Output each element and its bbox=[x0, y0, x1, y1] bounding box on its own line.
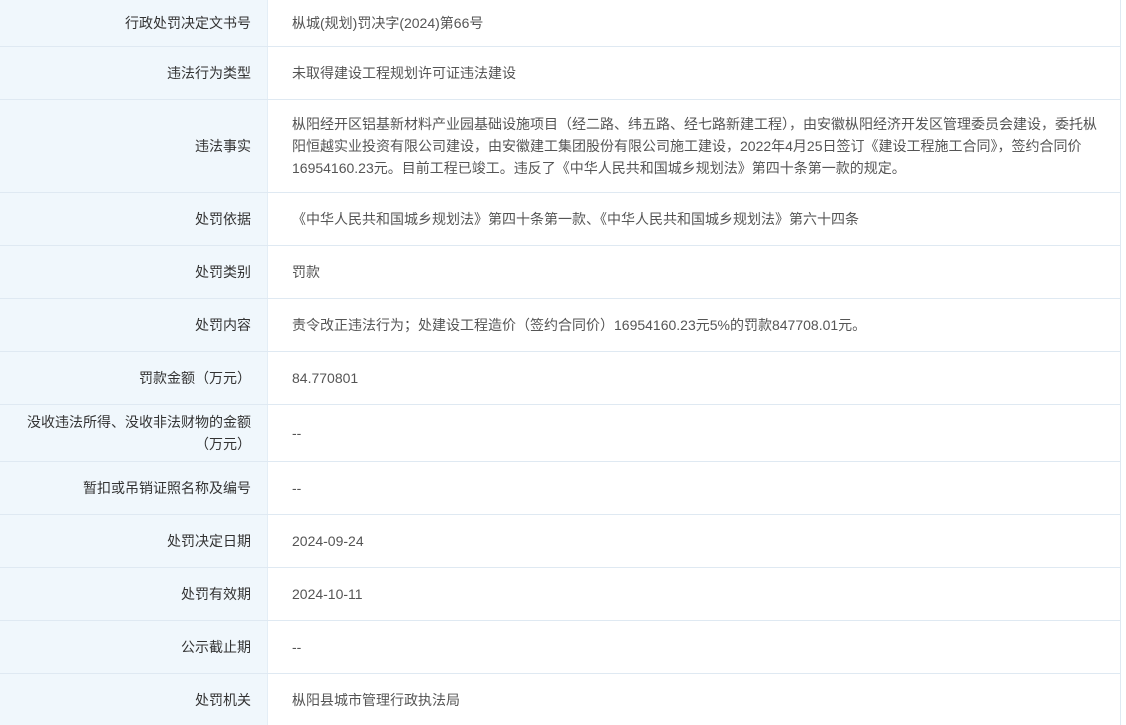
field-value: 2024-10-11 bbox=[292, 586, 363, 602]
penalty-record-table: 行政处罚决定文书号 枞城(规划)罚决字(2024)第66号 违法行为类型 未取得… bbox=[0, 0, 1121, 725]
table-row: 处罚内容 责令改正违法行为；处建设工程造价（签约合同价）16954160.23元… bbox=[0, 299, 1120, 352]
field-label: 处罚内容 bbox=[0, 299, 268, 351]
field-label: 处罚有效期 bbox=[0, 568, 268, 620]
field-value: -- bbox=[292, 425, 302, 441]
table-row: 暂扣或吊销证照名称及编号 -- bbox=[0, 462, 1120, 515]
table-row: 没收违法所得、没收非法财物的金额（万元） -- bbox=[0, 405, 1120, 462]
table-row: 行政处罚决定文书号 枞城(规划)罚决字(2024)第66号 bbox=[0, 0, 1120, 47]
table-row: 违法行为类型 未取得建设工程规划许可证违法建设 bbox=[0, 47, 1120, 100]
table-row: 违法事实 枞阳经开区铝基新材料产业园基础设施项目（经二路、纬五路、经七路新建工程… bbox=[0, 100, 1120, 193]
field-value: 未取得建设工程规划许可证违法建设 bbox=[292, 65, 516, 81]
field-value: -- bbox=[292, 639, 302, 655]
field-label: 处罚依据 bbox=[0, 193, 268, 245]
field-label: 违法行为类型 bbox=[0, 47, 268, 99]
field-label: 行政处罚决定文书号 bbox=[0, 0, 268, 46]
table-row: 处罚有效期 2024-10-11 bbox=[0, 568, 1120, 621]
field-value: 责令改正违法行为；处建设工程造价（签约合同价）16954160.23元5%的罚款… bbox=[292, 317, 867, 333]
field-value: 枞阳县城市管理行政执法局 bbox=[292, 692, 460, 708]
table-row: 处罚类别 罚款 bbox=[0, 246, 1120, 299]
field-label: 处罚机关 bbox=[0, 674, 268, 725]
field-label: 处罚决定日期 bbox=[0, 515, 268, 567]
field-value: 84.770801 bbox=[292, 370, 359, 386]
field-value: 《中华人民共和国城乡规划法》第四十条第一款、《中华人民共和国城乡规划法》第六十四… bbox=[292, 211, 859, 227]
table-row: 处罚决定日期 2024-09-24 bbox=[0, 515, 1120, 568]
table-row: 处罚机关 枞阳县城市管理行政执法局 bbox=[0, 674, 1120, 725]
page: 行政处罚决定文书号 枞城(规划)罚决字(2024)第66号 违法行为类型 未取得… bbox=[0, 0, 1126, 725]
field-label: 没收违法所得、没收非法财物的金额（万元） bbox=[0, 405, 268, 461]
field-value: 2024-09-24 bbox=[292, 533, 364, 549]
field-value: 枞阳经开区铝基新材料产业园基础设施项目（经二路、纬五路、经七路新建工程），由安徽… bbox=[292, 116, 1097, 176]
field-label: 公示截止期 bbox=[0, 621, 268, 673]
field-label: 违法事实 bbox=[0, 100, 268, 192]
field-label: 暂扣或吊销证照名称及编号 bbox=[0, 462, 268, 514]
table-row: 处罚依据 《中华人民共和国城乡规划法》第四十条第一款、《中华人民共和国城乡规划法… bbox=[0, 193, 1120, 246]
field-value: 罚款 bbox=[292, 264, 320, 280]
field-value: 枞城(规划)罚决字(2024)第66号 bbox=[292, 15, 484, 31]
table-row: 罚款金额（万元） 84.770801 bbox=[0, 352, 1120, 405]
field-label: 罚款金额（万元） bbox=[0, 352, 268, 404]
field-value: -- bbox=[292, 480, 302, 496]
field-label: 处罚类别 bbox=[0, 246, 268, 298]
table-row: 公示截止期 -- bbox=[0, 621, 1120, 674]
